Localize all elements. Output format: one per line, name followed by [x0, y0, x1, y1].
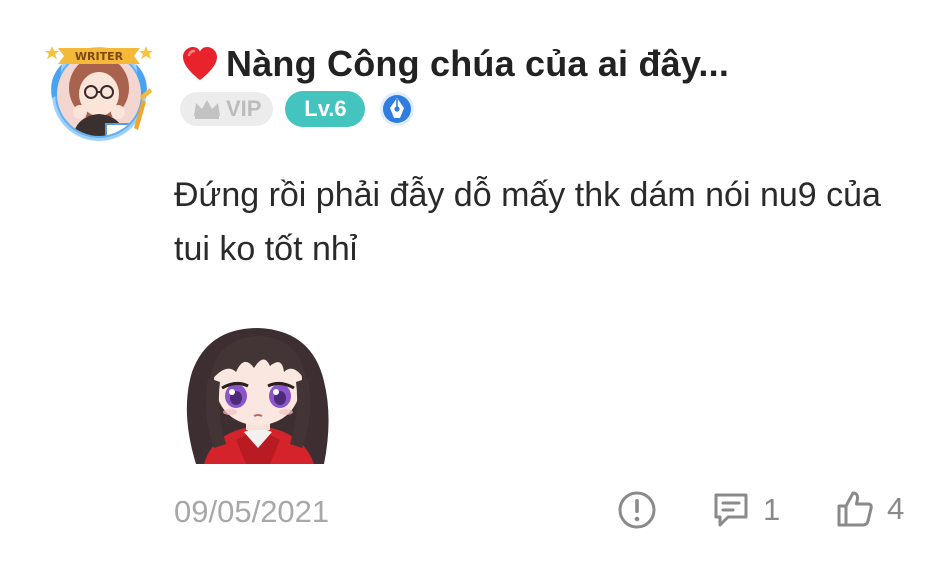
anime-girl-sticker: [174, 322, 340, 464]
thumbs-up-icon: [837, 491, 873, 527]
reply-count: 1: [763, 492, 781, 527]
author-name[interactable]: Nàng Công chúa của ai đây...: [226, 43, 729, 85]
vip-label: VIP: [226, 96, 262, 121]
level-badge: Lv.6: [285, 91, 366, 127]
comment-date: 09/05/2021: [174, 494, 330, 529]
author-name-row: Nàng Công chúa của ai đây...: [180, 42, 729, 86]
svg-text:WRITER: WRITER: [75, 50, 124, 63]
like-count: 4: [887, 491, 905, 526]
heart-icon: [183, 47, 217, 80]
comment-card: WRITER Nàng Công chúa của ai đây... VIP …: [0, 0, 945, 574]
writer-avatar-icon: WRITER: [45, 46, 153, 141]
avatar[interactable]: WRITER: [44, 38, 154, 142]
report-button[interactable]: [617, 490, 657, 530]
crown-icon: [194, 100, 220, 119]
like-button[interactable]: 4: [835, 488, 904, 530]
reply-button[interactable]: 1: [711, 490, 780, 530]
comment-icon: [714, 493, 748, 527]
author-badges: VIP Lv.6: [180, 91, 415, 127]
writer-pen-badge-icon: [380, 92, 415, 126]
vip-badge: VIP: [180, 92, 274, 126]
comment-text: Đứng rồi phải đẫy dỗ mấy thk dám nói nu9…: [174, 176, 881, 268]
exclamation-circle-icon: [618, 491, 656, 529]
